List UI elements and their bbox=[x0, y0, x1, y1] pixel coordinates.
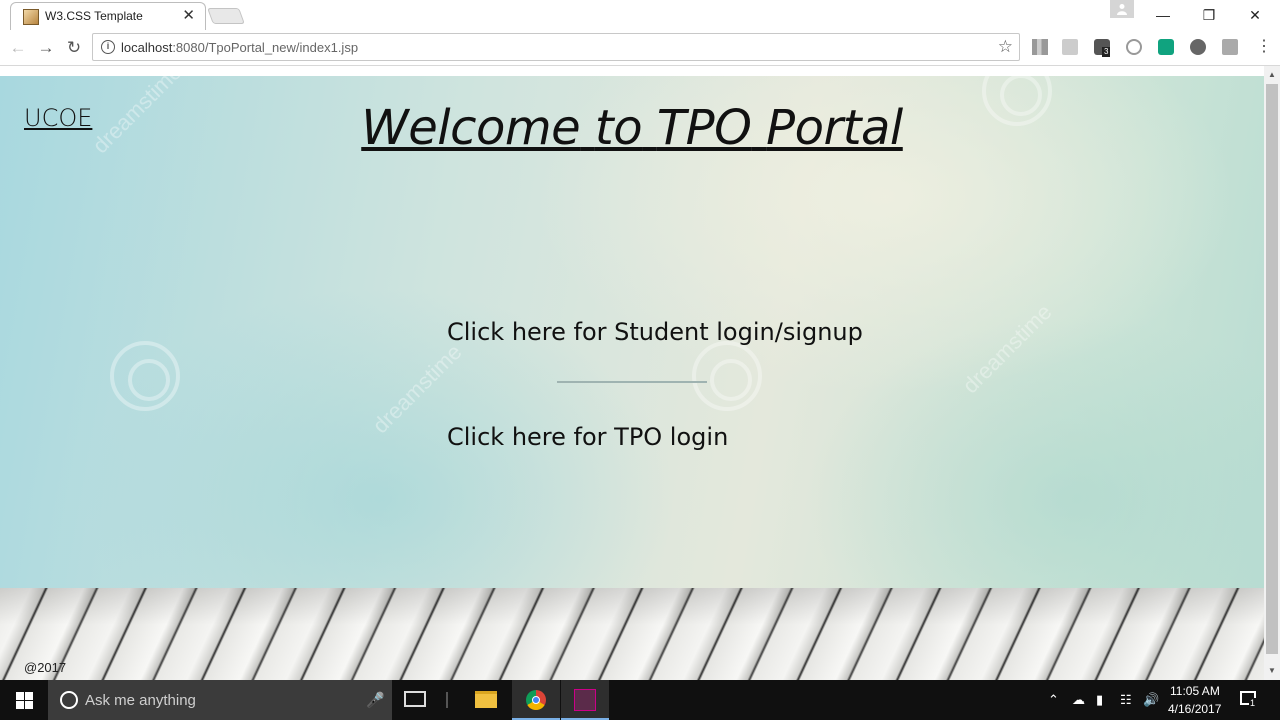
app-pin[interactable] bbox=[561, 680, 609, 720]
volume-icon[interactable]: 🔊 bbox=[1143, 692, 1159, 708]
tpo-login-link[interactable]: Click here for TPO login bbox=[447, 423, 728, 451]
app-icon bbox=[574, 689, 596, 711]
cortana-icon bbox=[60, 691, 78, 709]
windows-logo-icon bbox=[25, 701, 33, 709]
extension-briefcase-icon[interactable]: 3 bbox=[1094, 39, 1111, 57]
watermark-text: dreamstime bbox=[957, 299, 1057, 399]
taskbar-search-box[interactable]: Ask me anything 🎤 bbox=[48, 680, 392, 720]
windows-taskbar: Ask me anything 🎤 ⌃ ☁ ▮ ☷ 🔊 11:05 AM 4/1… bbox=[0, 680, 1280, 720]
extension-globe-icon[interactable] bbox=[1190, 39, 1206, 55]
windows-logo-icon bbox=[16, 692, 24, 700]
start-button[interactable] bbox=[0, 680, 48, 720]
page-title: Welcome to TPO Portal bbox=[0, 100, 1264, 156]
tab-close-icon[interactable]: ✕ bbox=[182, 7, 195, 25]
url-text: localhost:8080/TpoPortal_new/index1.jsp bbox=[121, 40, 358, 55]
windows-logo-icon bbox=[25, 692, 33, 700]
title-word: Welcome bbox=[361, 100, 581, 156]
student-login-link[interactable]: Click here for Student login/signup bbox=[447, 318, 863, 346]
page-viewport: dreamstime dreamstime dreamstime UCOE We… bbox=[0, 76, 1264, 680]
tray-chevron-icon[interactable]: ⌃ bbox=[1048, 692, 1059, 708]
close-window-button[interactable]: ✕ bbox=[1232, 4, 1278, 26]
extension-book-icon[interactable] bbox=[1032, 39, 1048, 55]
tab-favicon-icon bbox=[23, 9, 39, 25]
watermark-swirl bbox=[110, 341, 180, 411]
forward-arrow-icon[interactable]: → bbox=[36, 38, 56, 58]
folder-icon bbox=[475, 691, 497, 708]
extension-quote-icon[interactable] bbox=[1062, 39, 1078, 55]
notification-count: 1 bbox=[1249, 698, 1257, 708]
action-center-icon[interactable]: 1 bbox=[1240, 691, 1257, 708]
wifi-icon[interactable]: ☷ bbox=[1120, 692, 1132, 708]
restore-button[interactable]: ❐ bbox=[1186, 4, 1232, 26]
title-word: Portal bbox=[766, 100, 903, 156]
chrome-icon bbox=[526, 690, 546, 710]
reload-icon[interactable]: ↻ bbox=[64, 38, 84, 58]
browser-toolbar: ← → ↻ i localhost:8080/TpoPortal_new/ind… bbox=[0, 30, 1280, 66]
minimize-button[interactable]: — bbox=[1140, 4, 1186, 26]
scroll-down-icon[interactable]: ▼ bbox=[1264, 664, 1280, 678]
url-host: localhost bbox=[121, 40, 173, 55]
url-path: :8080/TpoPortal_new/index1.jsp bbox=[172, 40, 359, 55]
back-arrow-icon[interactable]: ← bbox=[8, 38, 28, 58]
search-placeholder: Ask me anything bbox=[85, 692, 196, 709]
taskbar-separator bbox=[446, 692, 448, 708]
floor-shade bbox=[0, 588, 1264, 680]
scroll-up-icon[interactable]: ▲ bbox=[1264, 68, 1280, 82]
info-icon[interactable]: i bbox=[101, 40, 115, 54]
microphone-icon[interactable]: 🎤 bbox=[366, 691, 385, 709]
tab-title: W3.CSS Template bbox=[45, 9, 143, 23]
clock-date[interactable]: 4/16/2017 bbox=[1168, 702, 1221, 716]
task-view-icon[interactable] bbox=[404, 691, 426, 707]
extension-l-icon[interactable] bbox=[1222, 39, 1238, 55]
extension-badge: 3 bbox=[1102, 47, 1111, 57]
address-bar[interactable]: i localhost:8080/TpoPortal_new/index1.js… bbox=[92, 33, 1020, 61]
tab-strip: W3.CSS Template ✕ — ❐ ✕ bbox=[0, 0, 1280, 30]
title-word: to bbox=[594, 100, 643, 156]
profile-button[interactable] bbox=[1110, 0, 1134, 18]
watermark-swirl bbox=[692, 341, 762, 411]
person-icon bbox=[1117, 4, 1127, 15]
title-word: TPO bbox=[656, 100, 752, 156]
new-tab-button[interactable] bbox=[207, 8, 245, 24]
chrome-pin[interactable] bbox=[512, 680, 560, 720]
divider bbox=[557, 381, 707, 383]
scrollbar-thumb[interactable] bbox=[1266, 84, 1278, 654]
windows-logo-icon bbox=[16, 701, 24, 709]
browser-tab[interactable]: W3.CSS Template ✕ bbox=[10, 2, 206, 30]
tray-cloud-icon[interactable]: ☁ bbox=[1072, 692, 1085, 708]
clock-time[interactable]: 11:05 AM bbox=[1170, 684, 1220, 698]
file-explorer-pin[interactable] bbox=[462, 680, 510, 720]
copyright-text: @2017 bbox=[24, 660, 67, 675]
extension-green-icon[interactable] bbox=[1158, 39, 1174, 55]
browser-menu-icon[interactable]: ⋮ bbox=[1256, 38, 1272, 56]
battery-icon[interactable]: ▮ bbox=[1096, 692, 1103, 708]
extension-circle-icon[interactable] bbox=[1126, 39, 1142, 55]
bookmark-star-icon[interactable]: ☆ bbox=[998, 37, 1013, 57]
